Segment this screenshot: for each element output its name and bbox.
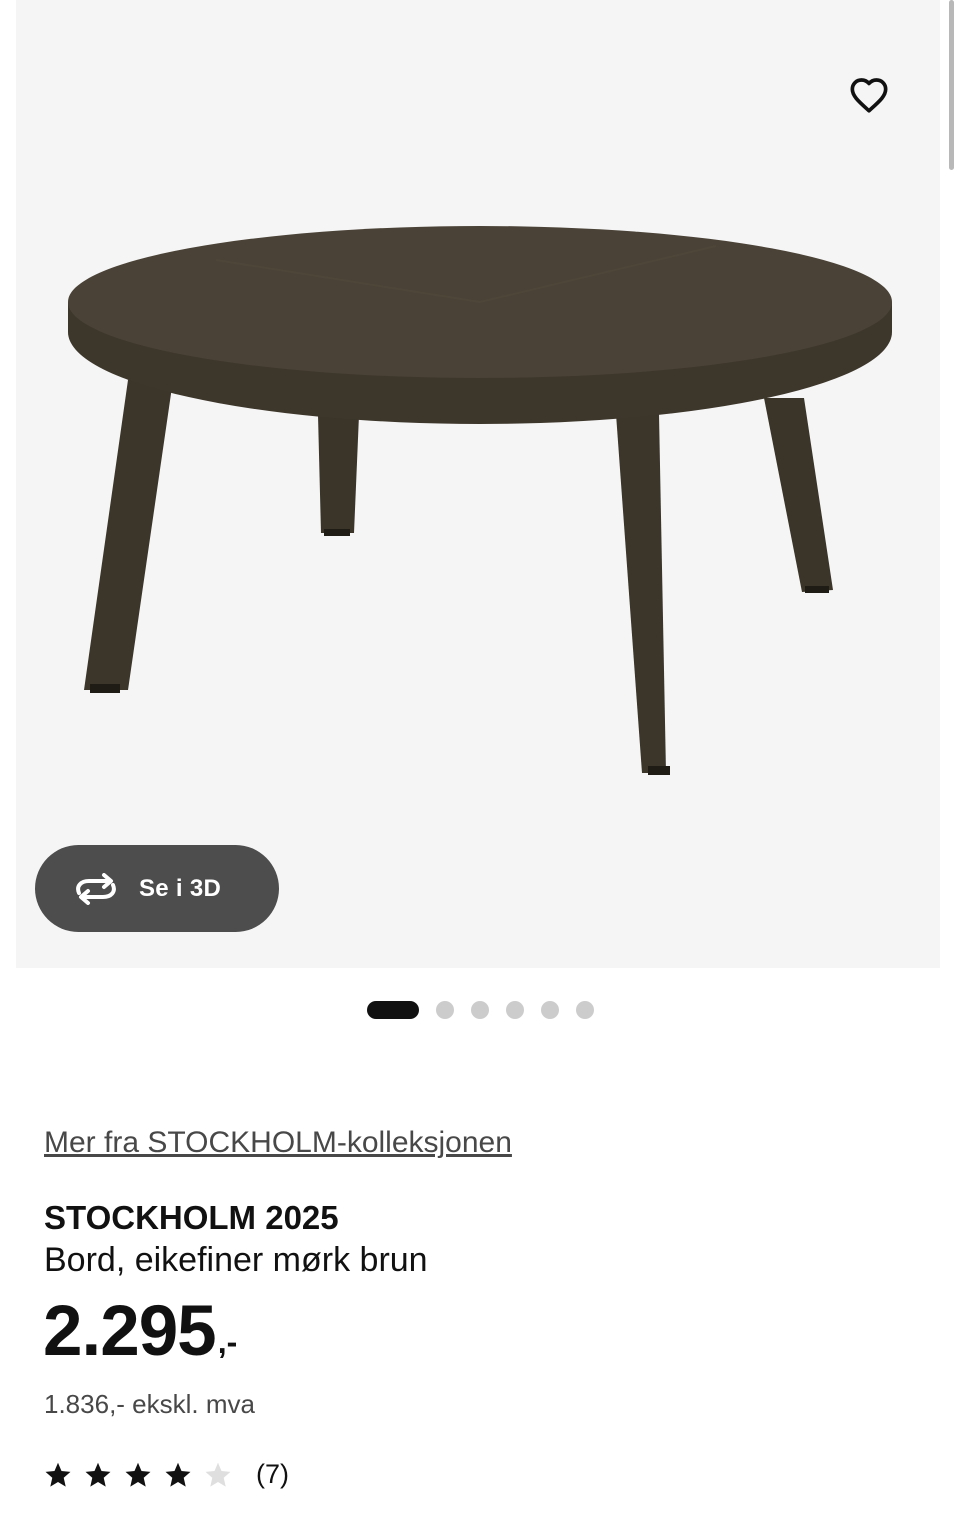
carousel-dot-3[interactable] (470, 1001, 489, 1019)
price-amount: 2.295 (43, 1292, 217, 1371)
carousel-dot-2[interactable] (435, 1001, 454, 1019)
product-description: Bord, eikefiner mørk brun (44, 1241, 428, 1279)
product-gallery[interactable] (16, 0, 940, 968)
star-filled-icon (85, 1462, 111, 1487)
star-filled-icon (45, 1462, 71, 1487)
carousel-dot-4[interactable] (505, 1001, 524, 1019)
product-name: STOCKHOLM 2025 (44, 1199, 339, 1236)
carousel-dot-1[interactable] (366, 1001, 419, 1019)
carousel-pagination (0, 1001, 960, 1019)
price-ex-vat: 1.836,- ekskl. mva (44, 1389, 255, 1419)
carousel-dot-5[interactable] (540, 1001, 559, 1019)
collection-link[interactable]: Mer fra STOCKHOLM-kolleksjonen (44, 1126, 512, 1160)
price-suffix: ,- (217, 1324, 238, 1360)
rotate-3d-icon (76, 872, 116, 905)
star-filled-icon (165, 1462, 191, 1487)
view-3d-button[interactable]: Se i 3D (35, 845, 279, 932)
product-price: 2.295 ,- (43, 1296, 237, 1367)
heart-outline-icon (850, 78, 888, 113)
rating-stars (44, 1461, 232, 1489)
product-rating[interactable]: (7) (44, 1459, 289, 1490)
product-image (68, 226, 892, 775)
star-empty-icon (205, 1462, 231, 1487)
star-filled-icon (125, 1462, 151, 1487)
review-count[interactable]: (7) (256, 1459, 289, 1490)
scrollbar[interactable] (949, 0, 954, 170)
carousel-dot-6[interactable] (575, 1001, 594, 1019)
favorite-button[interactable] (822, 48, 916, 142)
view-3d-label: Se i 3D (139, 874, 222, 902)
